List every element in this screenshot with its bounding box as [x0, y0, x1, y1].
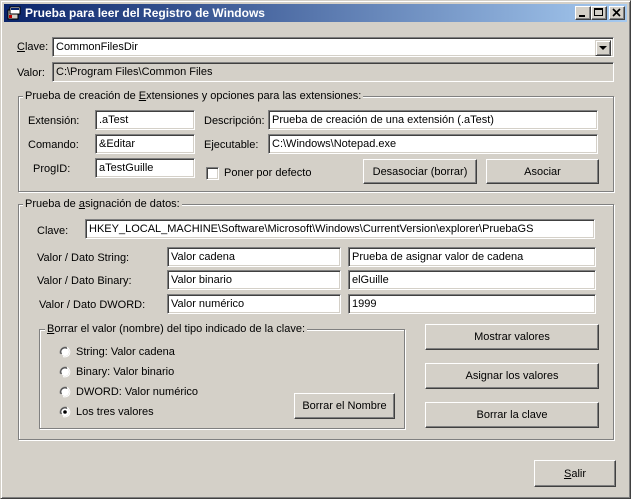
ejecutable-label: Ejecutable:	[204, 139, 259, 151]
comando-input[interactable]: &Editar	[95, 134, 195, 154]
data-clave-input-value: HKEY_LOCAL_MACHINE\Software\Microsoft\Wi…	[89, 223, 534, 235]
desasociar-button[interactable]: Desasociar (borrar)	[363, 159, 477, 184]
combobox-dropdown-button[interactable]	[595, 40, 611, 56]
salir-button[interactable]: Salir	[534, 460, 616, 487]
delete-type-radio[interactable]	[59, 406, 71, 418]
dword-name-value: Valor numérico	[171, 298, 245, 310]
clave-combobox[interactable]: CommonFilesDir	[52, 37, 614, 57]
string-label: Valor / Dato String:	[37, 252, 130, 264]
dword-data-value: 1999	[352, 298, 377, 310]
extensions-group-title: Prueba de creación de Extensiones y opci…	[23, 89, 364, 103]
descripcion-input-value: Prueba de creación de una extensión (.aT…	[272, 114, 494, 126]
dword-data-input[interactable]: 1999	[348, 294, 596, 314]
extension-label: Extensión:	[28, 115, 80, 127]
minimize-icon	[579, 15, 585, 17]
maximize-button[interactable]	[591, 6, 607, 20]
poner-por-defecto-label[interactable]: Poner por defecto	[224, 166, 311, 180]
delete-type-radio[interactable]	[59, 386, 71, 398]
close-icon	[612, 8, 621, 17]
data-clave-label: Clave:	[37, 225, 69, 237]
asignar-valores-button[interactable]: Asignar los valores	[425, 363, 599, 389]
clave-combobox-value: CommonFilesDir	[56, 41, 138, 53]
progid-label: ProgID:	[33, 163, 71, 175]
delete-type-radio-label[interactable]: String: Valor cadena	[76, 345, 175, 359]
borrar-nombre-button[interactable]: Borrar el Nombre	[294, 393, 395, 419]
extension-input-value: .aTest	[99, 114, 129, 126]
close-button[interactable]	[609, 6, 625, 20]
extension-input[interactable]: .aTest	[95, 110, 195, 130]
descripcion-input[interactable]: Prueba de creación de una extensión (.aT…	[268, 110, 598, 130]
dword-label: Valor / Dato DWORD:	[39, 299, 146, 311]
delete-type-radio[interactable]	[59, 346, 71, 358]
delete-type-radio[interactable]	[59, 366, 71, 378]
valor-label: Valor:	[17, 67, 45, 79]
chevron-down-icon	[599, 46, 607, 50]
progid-input-value: aTestGuille	[99, 162, 154, 174]
main-window: Prueba para leer del Registro de Windows…	[0, 0, 631, 499]
delete-type-radio-label[interactable]: Los tres valores	[76, 405, 154, 419]
data-assignment-group-title: Prueba de asignación de datos:	[23, 197, 182, 211]
poner-por-defecto-checkbox[interactable]	[206, 167, 219, 180]
string-data-value: Prueba de asignar valor de cadena	[352, 251, 524, 263]
valor-field: C:\Program Files\Common Files	[52, 62, 614, 82]
binary-name-value: Valor binario	[171, 274, 232, 286]
maximize-icon	[594, 8, 603, 16]
app-registry-icon	[6, 5, 22, 21]
dword-name-input[interactable]: Valor numérico	[167, 294, 341, 314]
delete-value-group-title: Borrar el valor (nombre) del tipo indica…	[45, 322, 308, 336]
binary-name-input[interactable]: Valor binario	[167, 270, 341, 290]
delete-type-radio-label[interactable]: Binary: Valor binario	[76, 365, 174, 379]
valor-field-value: C:\Program Files\Common Files	[56, 66, 213, 78]
string-name-input[interactable]: Valor cadena	[167, 247, 341, 267]
borrar-clave-button[interactable]: Borrar la clave	[425, 402, 599, 428]
descripcion-label: Descripción:	[204, 115, 265, 127]
title-bar[interactable]: Prueba para leer del Registro de Windows	[4, 4, 627, 22]
string-data-input[interactable]: Prueba de asignar valor de cadena	[348, 247, 596, 267]
window-title: Prueba para leer del Registro de Windows	[25, 6, 265, 20]
binary-data-value: elGuille	[352, 274, 389, 286]
comando-label: Comando:	[28, 139, 79, 151]
comando-input-value: &Editar	[99, 138, 136, 150]
delete-type-radio-label[interactable]: DWORD: Valor numérico	[76, 385, 198, 399]
mostrar-valores-button[interactable]: Mostrar valores	[425, 324, 599, 350]
data-clave-input[interactable]: HKEY_LOCAL_MACHINE\Software\Microsoft\Wi…	[85, 219, 595, 239]
binary-data-input[interactable]: elGuille	[348, 270, 596, 290]
asociar-button[interactable]: Asociar	[486, 159, 599, 184]
string-name-value: Valor cadena	[171, 251, 236, 263]
minimize-button[interactable]	[575, 6, 591, 20]
binary-label: Valor / Dato Binary:	[37, 275, 132, 287]
ejecutable-input[interactable]: C:\Windows\Notepad.exe	[268, 134, 598, 154]
progid-input[interactable]: aTestGuille	[95, 158, 195, 178]
clave-label: Clave:	[17, 41, 49, 53]
ejecutable-input-value: C:\Windows\Notepad.exe	[272, 138, 397, 150]
